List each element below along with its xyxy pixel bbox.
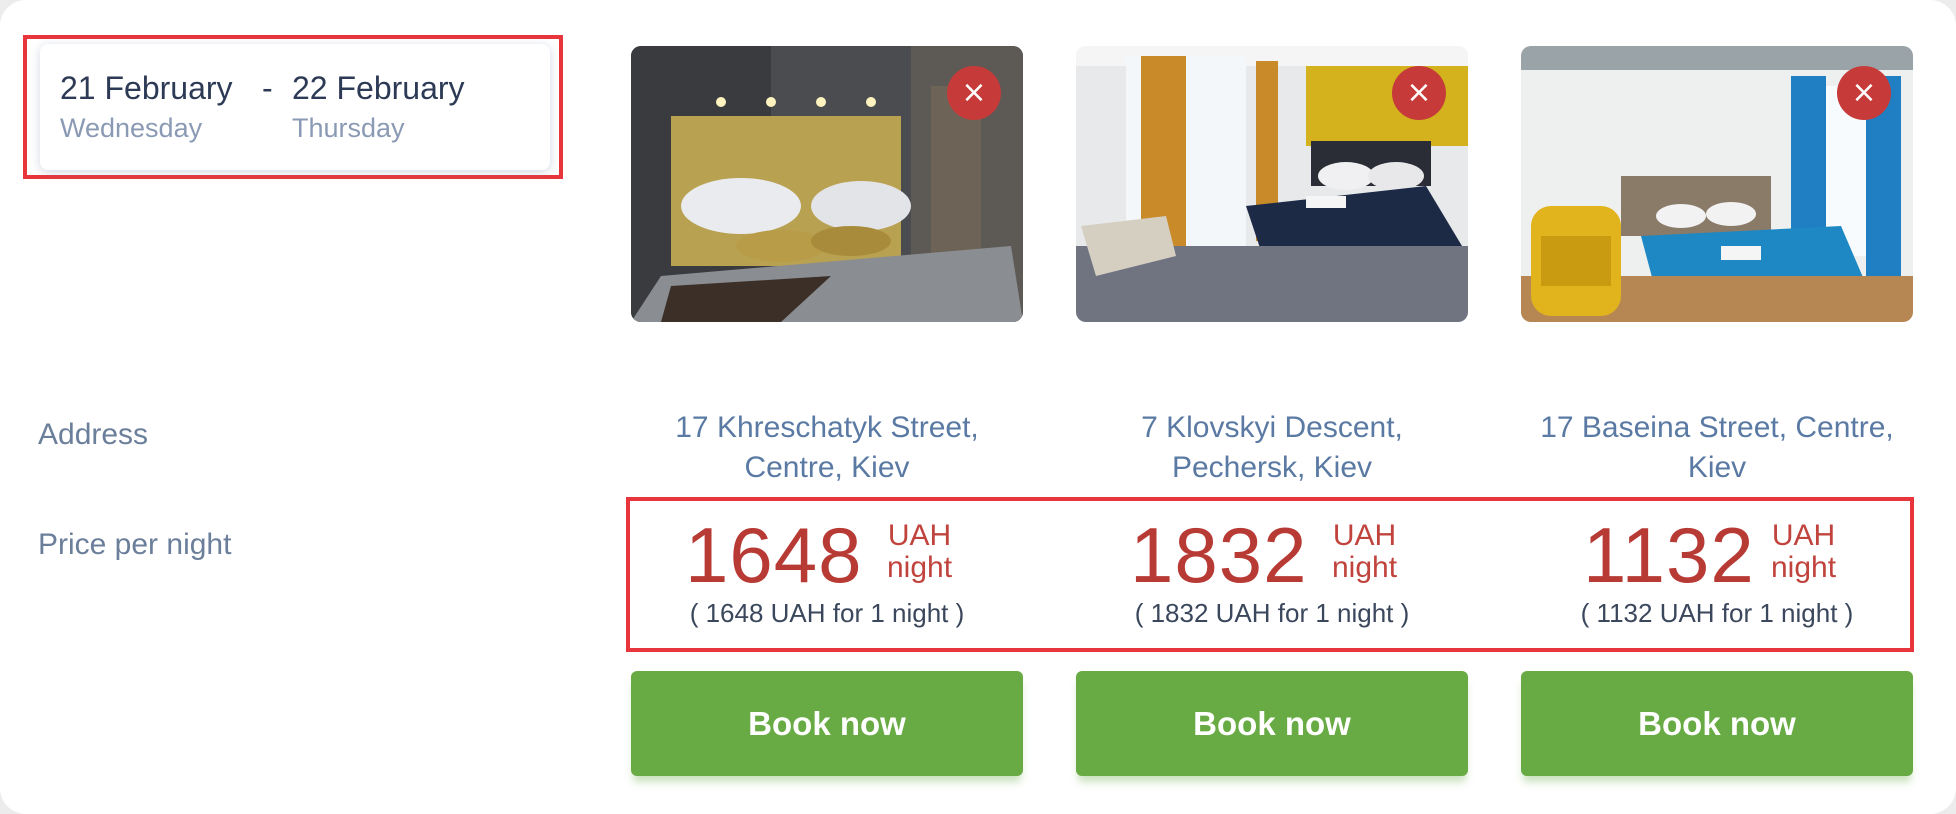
check-in-weekday: Wednesday [60,113,203,143]
remove-hotel-2-button[interactable]: × [1392,66,1446,120]
hotel-2-price-note: ( 1832 UAH for 1 night ) [1134,598,1410,628]
hotel-2-address-line2: Pechersk, Kiev [1171,451,1373,484]
address-row-label: Address [38,418,149,451]
hotel-1-address-line1: 17 Khreschatyk Street, [675,411,979,444]
hotel-1-currency: UAH [887,519,952,552]
hotel-1-address: 17 Khreschatyk Street, Centre, Kiev [631,408,1023,488]
check-out-date-label: 22 February [292,70,465,106]
hotel-1-price-amount: 1648 [685,511,863,599]
hotel-3-currency: UAH [1771,519,1836,552]
hotel-1-price-note: ( 1648 UAH for 1 night ) [689,598,965,628]
book-now-button-3[interactable]: Book now [1521,671,1913,776]
hotel-2-currency: UAH [1332,519,1397,552]
hotel-photo-3[interactable]: × [1521,46,1913,322]
hotel-1-address-line2: Centre, Kiev [744,451,910,484]
hotel-3-price-unit: UAH night [1771,520,1836,584]
check-out-date[interactable]: 22 February Thursday [292,70,465,144]
hotel-2-per-night: night [1332,551,1398,584]
book-now-button-1[interactable]: Book now [631,671,1023,776]
hotel-3-per-night: night [1771,551,1837,584]
hotel-1-price-unit: UAH night [887,520,952,584]
remove-hotel-1-button[interactable]: × [947,66,1001,120]
hotel-2-price-unit: UAH night [1332,520,1397,584]
hotel-photo-2[interactable]: × [1076,46,1468,322]
hotel-photo-1[interactable]: × [631,46,1023,322]
hotel-2-address-line1: 7 Klovskyi Descent, [1141,411,1403,444]
book-now-button-2[interactable]: Book now [1076,671,1468,776]
remove-hotel-3-button[interactable]: × [1837,66,1891,120]
hotel-2-address: 7 Klovskyi Descent, Pechersk, Kiev [1076,408,1468,488]
hotel-3-address-line2: Kiev [1687,451,1747,484]
hotel-2-price-amount: 1832 [1130,511,1308,599]
check-out-weekday: Thursday [292,113,405,143]
hotel-1-per-night: night [887,551,953,584]
price-row-label: Price per night [38,528,232,561]
check-in-date[interactable]: 21 February Wednesday [60,70,233,144]
date-range-selector[interactable]: 21 February Wednesday - 22 February Thur… [40,44,550,170]
check-in-date-label: 21 February [60,70,233,106]
hotel-3-address-line1: 17 Baseina Street, Centre, [1540,411,1894,444]
date-separator: - [262,70,273,106]
hotel-3-address: 17 Baseina Street, Centre, Kiev [1521,408,1913,488]
hotel-3-price-amount: 1132 [1583,511,1755,599]
hotel-3-price-note: ( 1132 UAH for 1 night ) [1580,598,1854,628]
comparison-card: 21 February Wednesday - 22 February Thur… [0,0,1956,814]
